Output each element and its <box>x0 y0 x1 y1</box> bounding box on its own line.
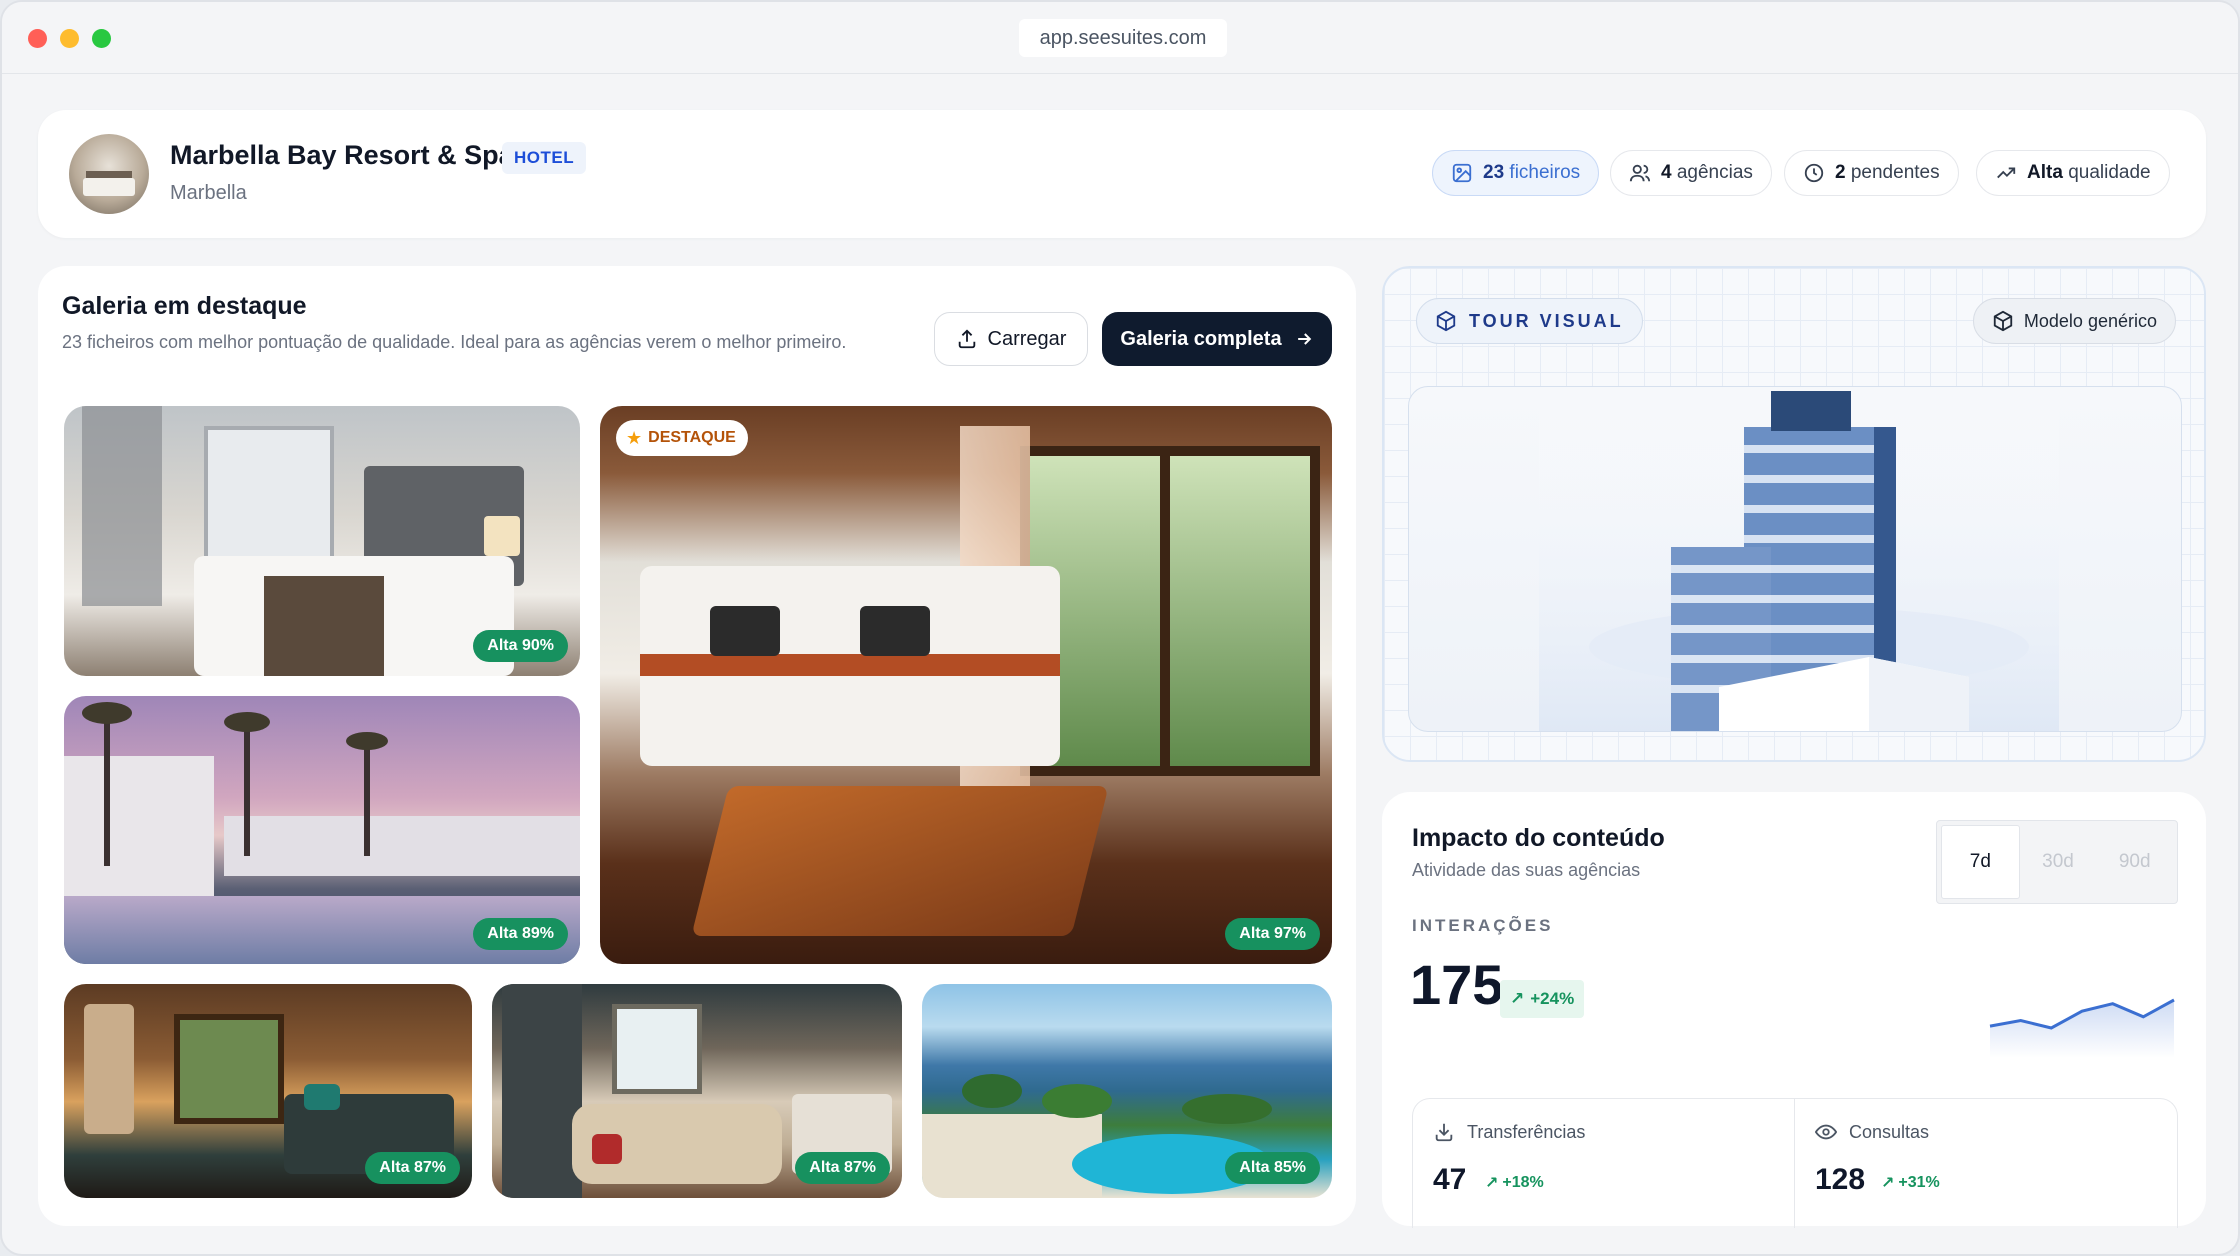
period-90d-button[interactable]: 90d <box>2096 825 2173 899</box>
gallery-title: Galeria em destaque <box>62 292 307 320</box>
eye-icon <box>1815 1124 1837 1140</box>
gallery-photo[interactable]: Alta 89% <box>64 696 580 964</box>
sparkline-area <box>1990 1000 2174 1058</box>
visual-tour-card: TOUR VISUAL Modelo genérico <box>1382 266 2206 762</box>
quality-badge: Alta 87% <box>365 1152 460 1184</box>
close-window-button[interactable] <box>28 29 47 48</box>
views-stat: Consultas 128 ↗ +31% <box>1795 1099 2177 1228</box>
hotel-type-badge: HOTEL <box>502 142 587 174</box>
views-label: Consultas <box>1849 1121 1930 1142</box>
upload-button[interactable]: Carregar <box>934 312 1088 366</box>
downloads-delta: ↗ +18% <box>1485 1174 1544 1192</box>
3d-model-viewer[interactable] <box>1408 386 2182 732</box>
building-model <box>1539 387 2059 731</box>
image-icon <box>1452 163 1472 183</box>
agencies-stat-pill[interactable]: 4 agências <box>1610 150 1772 196</box>
quality-badge: Alta 87% <box>795 1152 890 1184</box>
gallery-photo[interactable]: ★ DESTAQUE Alta 97% <box>600 406 1332 964</box>
featured-badge: ★ DESTAQUE <box>616 420 748 456</box>
files-stat-pill[interactable]: 23 ficheiros <box>1432 150 1600 196</box>
hotel-city: Marbella <box>170 182 247 204</box>
period-selector: 7d 30d 90d <box>1936 820 2178 904</box>
star-icon: ★ <box>626 427 643 448</box>
hotel-header: Marbella Bay Resort & Spa HOTEL Marbella… <box>38 110 2206 238</box>
downloads-label: Transferências <box>1467 1121 1586 1142</box>
tour-visual-label: TOUR VISUAL <box>1416 298 1643 344</box>
arrow-up-right-icon: ↗ <box>1485 1175 1499 1192</box>
gallery-subtitle: 23 ficheiros com melhor pontuação de qua… <box>62 332 847 352</box>
gallery-photo[interactable]: Alta 87% <box>492 984 902 1198</box>
cube-icon <box>1993 310 2013 332</box>
hotel-name: Marbella Bay Resort & Spa <box>170 140 514 170</box>
title-bar: app.seesuites.com <box>2 2 2238 74</box>
users-icon <box>1629 164 1651 182</box>
arrow-right-icon <box>1297 333 1311 345</box>
download-icon <box>1435 1123 1453 1142</box>
content-impact-card: Impacto do conteúdo Atividade das suas a… <box>1382 792 2206 1228</box>
cube-icon <box>1436 310 1456 332</box>
quality-stat-pill[interactable]: Alta qualidade <box>1976 150 2170 196</box>
interactions-value: 175 <box>1410 953 1504 1016</box>
gallery-photo[interactable]: Alta 90% <box>64 406 580 676</box>
full-gallery-button[interactable]: Galeria completa <box>1102 312 1332 366</box>
pending-stat-pill[interactable]: 2 pendentes <box>1784 150 1959 196</box>
gallery-photo[interactable]: Alta 87% <box>64 984 472 1198</box>
interactions-sparkline <box>1989 998 2175 1058</box>
app-window: app.seesuites.com Marbella Bay Resort & … <box>0 0 2240 1256</box>
period-7d-button[interactable]: 7d <box>1941 825 2020 899</box>
hotel-avatar <box>69 134 149 214</box>
minimize-window-button[interactable] <box>60 29 79 48</box>
impact-subtitle: Atividade das suas agências <box>1412 860 1641 880</box>
interactions-delta: ↗ +24% <box>1500 980 1585 1018</box>
maximize-window-button[interactable] <box>92 29 111 48</box>
downloads-stat: Transferências 47 ↗ +18% <box>1413 1099 1795 1228</box>
quality-badge: Alta 89% <box>473 918 568 950</box>
quality-badge: Alta 85% <box>1225 1152 1320 1184</box>
quality-badge: Alta 90% <box>473 630 568 662</box>
featured-gallery-card: Galeria em destaque 23 ficheiros com mel… <box>38 266 1356 1226</box>
generic-model-button[interactable]: Modelo genérico <box>1972 298 2176 344</box>
clock-icon <box>1804 163 1824 183</box>
views-value: 128 <box>1815 1163 1866 1196</box>
impact-stats: Transferências 47 ↗ +18% Consultas 128 ↗… <box>1412 1098 2178 1228</box>
trending-up-icon <box>1997 167 2016 179</box>
arrow-up-right-icon: ↗ <box>1510 989 1525 1008</box>
downloads-value: 47 <box>1433 1163 1467 1196</box>
interactions-label: INTERAÇÕES <box>1412 916 1554 935</box>
arrow-up-right-icon: ↗ <box>1881 1175 1895 1192</box>
impact-title: Impacto do conteúdo <box>1412 824 1665 852</box>
quality-badge: Alta 97% <box>1225 918 1320 950</box>
period-30d-button[interactable]: 30d <box>2020 825 2097 899</box>
views-delta: ↗ +31% <box>1881 1174 1940 1192</box>
gallery-photo[interactable]: Alta 85% <box>922 984 1332 1198</box>
address-bar[interactable]: app.seesuites.com <box>1019 19 1227 57</box>
upload-icon <box>958 329 975 349</box>
